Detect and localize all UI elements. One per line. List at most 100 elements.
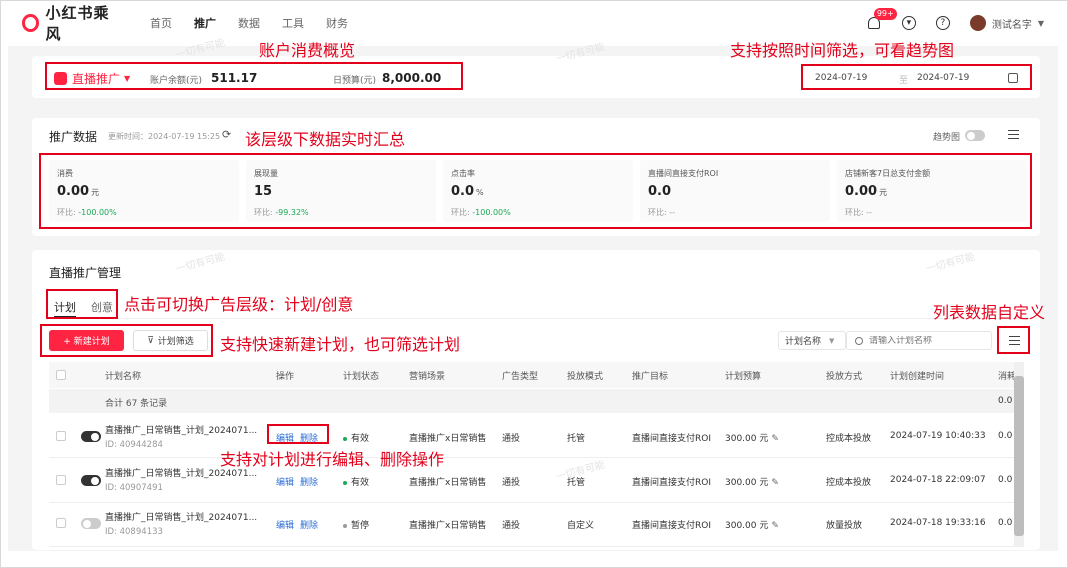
plan-name[interactable]: 直播推广_日常销售_计划_2024071... [105, 423, 257, 436]
pencil-icon[interactable]: ✎ [771, 434, 779, 444]
metric-card-roi[interactable]: 直播间直接支付ROI 0.0 环比: -- [640, 160, 830, 222]
col-header[interactable]: 投放方式 [826, 369, 862, 382]
filter-plan-label: 计划筛选 [157, 337, 194, 347]
management-title: 直播推广管理 [49, 266, 122, 280]
trend-toggle[interactable] [965, 130, 985, 141]
status-dot-icon [343, 436, 347, 441]
edit-link[interactable]: 编辑 [276, 518, 294, 531]
col-header[interactable]: 广告类型 [502, 369, 538, 382]
tab-creative[interactable]: 创意 [91, 299, 113, 315]
col-header[interactable]: 计划名称 [105, 369, 141, 382]
row-checkbox[interactable] [56, 431, 66, 441]
created-cell: 2024-07-18 22:09:07 [890, 475, 986, 485]
metric-label: 消费 [57, 169, 73, 178]
pencil-icon[interactable]: ✎ [771, 521, 779, 531]
delete-link[interactable]: 删除 [300, 475, 318, 488]
metric-card-impressions[interactable]: 展现量 15 环比: -99.32% [246, 160, 436, 222]
date-start[interactable]: 2024-07-19 [815, 73, 867, 83]
metric-value: 0.0 [648, 184, 672, 199]
annotation-time-filter: 支持按照时间筛选，可看趋势图 [730, 41, 955, 60]
budget-value: 8,000.00 [382, 71, 442, 85]
created-cell: 2024-07-19 10:40:33 [890, 431, 986, 441]
nav-data[interactable]: 数据 [238, 15, 260, 31]
status-badge: 有效 [343, 475, 369, 488]
filter-plan-button[interactable]: ⊽ 计划筛选 [133, 330, 208, 351]
metric-label: 展现量 [254, 169, 278, 178]
account-type-select[interactable]: 直播推广 ▼ [54, 70, 130, 87]
date-end[interactable]: 2024-07-19 [917, 73, 969, 83]
pencil-icon[interactable]: ✎ [771, 478, 779, 488]
col-header[interactable]: 投放模式 [567, 369, 603, 382]
edit-link[interactable]: 编辑 [276, 475, 294, 488]
annotation-quick-create: 支持快速新建计划，也可筛选计划 [220, 335, 461, 354]
method-cell: 放量投放 [826, 521, 863, 531]
refresh-icon[interactable]: ⟳ [222, 128, 231, 141]
col-header[interactable]: 推广目标 [632, 369, 668, 382]
col-header[interactable]: 营销场景 [409, 369, 445, 382]
metric-card-ctr[interactable]: 点击率 0.0% 环比: -100.00% [443, 160, 633, 222]
edit-link[interactable]: 编辑 [276, 431, 294, 444]
plan-name[interactable]: 直播推广_日常销售_计划_2024071... [105, 510, 257, 523]
col-header[interactable]: 计划状态 [343, 369, 379, 382]
column-settings-icon[interactable] [1009, 336, 1020, 345]
notification-badge: 99+ [873, 8, 897, 20]
metric-label: 点击率 [451, 169, 475, 178]
chevron-down-icon[interactable]: ▼ [1038, 19, 1044, 28]
plan-id: ID: 40944284 [105, 440, 163, 450]
budget-cell: 300.00 元 ✎ [725, 478, 779, 488]
nav-tools[interactable]: 工具 [282, 15, 304, 31]
search-icon [855, 336, 863, 345]
new-plan-button[interactable]: + 新建计划 [49, 330, 124, 351]
tab-plan[interactable]: 计划 [54, 299, 76, 315]
bell-icon[interactable]: 99+ [866, 8, 897, 31]
chevron-down-icon: ▼ [829, 336, 835, 345]
help-icon[interactable]: ? [935, 16, 950, 30]
ad-type-cell: 通投 [502, 478, 521, 488]
logo-text: 小红书乘风 [45, 4, 110, 43]
annotation-switch-level: 点击可切换广告层级：计划/创意 [124, 295, 354, 314]
search-input[interactable] [869, 335, 979, 346]
avatar[interactable] [969, 15, 986, 31]
account-type-label: 直播推广 [72, 72, 121, 86]
plan-enable-toggle[interactable] [81, 475, 101, 486]
annotation-edit-delete: 支持对计划进行编辑、删除操作 [220, 450, 445, 469]
plan-enable-toggle[interactable] [81, 518, 101, 529]
list-settings-icon[interactable] [1008, 130, 1019, 139]
delete-link[interactable]: 删除 [300, 518, 318, 531]
row-checkbox[interactable] [56, 475, 66, 485]
search-field-select[interactable]: 计划名称 ▼ [778, 331, 846, 350]
metric-value: 0.0% [451, 184, 484, 199]
metric-card-new-customer[interactable]: 店铺新客7日总支付金额 0.00 元 环比: -- [837, 160, 1027, 222]
nav-home[interactable]: 首页 [150, 15, 172, 31]
plan-id: ID: 40894133 [105, 527, 163, 537]
goal-cell: 直播间直接支付ROI [632, 521, 711, 531]
col-header[interactable]: 计划预算 [725, 369, 761, 382]
plan-enable-toggle[interactable] [81, 431, 101, 442]
budget-cell: 300.00 元 ✎ [725, 521, 779, 531]
scrollbar-thumb[interactable] [1014, 376, 1024, 536]
promo-data-title: 推广数据 [49, 130, 98, 144]
metric-card-consume[interactable]: 消费 0.00 元 环比: -100.00% [49, 160, 239, 222]
live-icon [54, 72, 67, 85]
search-box[interactable] [846, 331, 992, 350]
nav-promotion[interactable]: 推广 [194, 15, 216, 31]
row-checkbox[interactable] [56, 518, 66, 528]
download-icon[interactable]: ▾ [901, 16, 916, 30]
col-header[interactable]: 计划创建时间 [890, 369, 944, 382]
username[interactable]: 测试名字 [992, 16, 1032, 31]
mode-cell: 托管 [567, 434, 586, 444]
status-badge: 暂停 [343, 518, 369, 531]
filter-icon: ⊽ [147, 335, 154, 346]
top-right-tools: 99+ ▾ ? 测试名字 ▼ [866, 8, 1044, 31]
plan-id: ID: 40907491 [105, 483, 163, 493]
nav-finance[interactable]: 财务 [326, 15, 348, 31]
status-dot-icon [343, 480, 347, 485]
col-header: 操作 [276, 372, 295, 382]
logo[interactable]: 小红书乘风 [22, 2, 122, 44]
logo-mark-icon [22, 14, 40, 32]
delete-link[interactable]: 删除 [300, 431, 318, 444]
caret-down-icon: ▼ [124, 74, 131, 83]
metric-ratio: 环比: -- [845, 208, 873, 217]
select-all-checkbox[interactable] [56, 370, 66, 380]
calendar-icon[interactable] [1008, 73, 1018, 83]
